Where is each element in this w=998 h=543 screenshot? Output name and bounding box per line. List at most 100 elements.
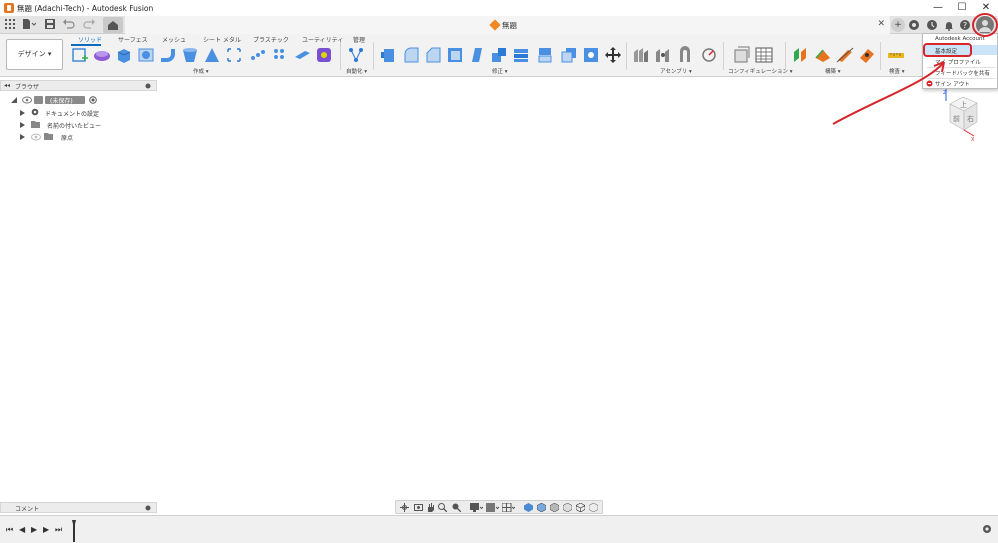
browser-item-document-settings[interactable]: ドキュメントの設定 xyxy=(20,108,150,118)
tab-utilities[interactable]: ユーティリティ xyxy=(302,35,343,44)
offset-plane-icon[interactable] xyxy=(792,46,810,64)
browser-item-origin[interactable]: 原点 xyxy=(20,132,150,142)
move-copy-icon[interactable] xyxy=(604,46,622,64)
tab-sheet-metal[interactable]: シート メタル xyxy=(203,35,241,44)
expand-triangle-icon[interactable] xyxy=(10,97,17,104)
plane-at-angle-icon[interactable] xyxy=(814,46,832,64)
menu-item-preferences[interactable]: 基本設定 xyxy=(935,47,957,55)
zoom-window-icon[interactable] xyxy=(452,503,461,512)
redo-icon[interactable] xyxy=(82,19,98,31)
group-construct-label[interactable]: 構築 ▾ xyxy=(825,67,841,75)
replace-face-icon[interactable] xyxy=(536,46,554,64)
web-icon[interactable] xyxy=(225,46,243,64)
grid-snap-icon[interactable] xyxy=(486,503,499,512)
close-window-button[interactable]: ✕ xyxy=(974,0,998,16)
timeline-settings-gear-icon[interactable] xyxy=(982,524,992,534)
new-component-icon[interactable] xyxy=(632,46,650,64)
display-shaded-icon[interactable] xyxy=(524,503,533,512)
automate-icon[interactable] xyxy=(347,46,365,64)
thicken-icon[interactable] xyxy=(293,46,311,64)
minimize-button[interactable]: — xyxy=(926,0,950,16)
combine-icon[interactable] xyxy=(512,46,530,64)
zoom-icon[interactable] xyxy=(438,503,447,512)
revolve-icon[interactable] xyxy=(137,46,155,64)
display-settings-icon[interactable] xyxy=(470,503,483,512)
document-tab[interactable]: 無題 ✕ xyxy=(125,16,890,34)
display-hidden-edges-icon[interactable] xyxy=(550,503,559,512)
display-shaded-edges-icon[interactable] xyxy=(537,503,546,512)
timeline-step-forward-button[interactable]: ▶ xyxy=(43,525,49,534)
visibility-eye-hidden-icon[interactable] xyxy=(31,133,41,141)
tab-solid[interactable]: ソリッド xyxy=(78,35,102,44)
save-icon[interactable] xyxy=(44,19,56,31)
workspace-switcher[interactable]: デザイン ▾ xyxy=(6,39,63,70)
browser-pin-icon[interactable] xyxy=(145,83,151,89)
create-sketch-icon[interactable] xyxy=(71,46,89,64)
tab-manage[interactable]: 管理 xyxy=(353,35,365,44)
browser-collapse-icon[interactable]: ◂◂ xyxy=(4,82,10,89)
group-create-label[interactable]: 作成 ▾ xyxy=(193,67,209,75)
visibility-eye-icon[interactable] xyxy=(22,96,32,104)
display-wireframe-icon[interactable] xyxy=(576,503,585,512)
expand-triangle-icon[interactable] xyxy=(20,122,25,128)
expand-triangle-icon[interactable] xyxy=(20,134,25,140)
new-tab-button[interactable]: + xyxy=(891,18,905,32)
group-assemble-label[interactable]: アセンブリ ▾ xyxy=(660,67,692,75)
extrude-icon[interactable] xyxy=(115,46,133,64)
fillet-icon[interactable] xyxy=(402,46,420,64)
user-avatar-icon[interactable] xyxy=(976,16,994,34)
browser-item-named-views[interactable]: 名前の付いたビュー xyxy=(20,120,150,130)
timeline-step-back-button[interactable]: ◀ xyxy=(19,525,25,534)
group-modify-label[interactable]: 修正 ▾ xyxy=(492,67,508,75)
timeline-go-to-end-button[interactable]: ⏭ xyxy=(55,525,62,535)
pan-hand-icon[interactable] xyxy=(426,503,435,512)
help-icon[interactable]: ? xyxy=(958,18,972,32)
press-pull-icon[interactable] xyxy=(380,46,398,64)
expand-triangle-icon[interactable] xyxy=(20,110,25,116)
menu-item-my-profile[interactable]: マイ プロファイル xyxy=(935,58,981,66)
tab-mesh[interactable]: メッシュ xyxy=(162,35,186,44)
shell-icon[interactable] xyxy=(446,46,464,64)
rib-icon[interactable] xyxy=(203,46,221,64)
point-icon[interactable] xyxy=(858,46,876,64)
home-icon[interactable] xyxy=(103,17,123,33)
view-cube[interactable]: Z 上 前 右 X xyxy=(938,86,988,142)
timeline-marker-handle[interactable] xyxy=(72,520,76,542)
browser-root-row[interactable]: (未保存) xyxy=(10,95,150,105)
chamfer-icon[interactable] xyxy=(424,46,442,64)
activate-radio-icon[interactable] xyxy=(89,96,97,104)
motion-link-icon[interactable] xyxy=(700,46,718,64)
viewports-icon[interactable] xyxy=(502,503,515,512)
tab-surface[interactable]: サーフェス xyxy=(118,35,148,44)
grid-icon[interactable] xyxy=(4,19,16,31)
comments-add-icon[interactable] xyxy=(145,505,151,511)
display-wireframe-hidden-icon[interactable] xyxy=(589,503,598,512)
job-status-icon[interactable] xyxy=(925,18,939,32)
configuration-table-icon[interactable] xyxy=(755,46,773,64)
draft-icon[interactable] xyxy=(468,46,486,64)
group-automate-label[interactable]: 自動化 ▾ xyxy=(346,67,367,75)
split-face-icon[interactable] xyxy=(560,46,578,64)
loft-icon[interactable] xyxy=(181,46,199,64)
split-body-icon[interactable] xyxy=(582,46,600,64)
create-form-icon[interactable] xyxy=(93,46,111,64)
timeline-play-button[interactable]: ▶ xyxy=(31,525,37,534)
pattern-icon[interactable] xyxy=(249,46,267,64)
menu-item-share-feedback[interactable]: フィードバックを共有 xyxy=(935,69,990,77)
configure-design-icon[interactable] xyxy=(733,46,751,64)
group-inspect-label[interactable]: 検査 ▾ xyxy=(889,67,905,75)
timeline-go-to-start-button[interactable]: ⏮ xyxy=(6,525,13,535)
sweep-icon[interactable] xyxy=(159,46,177,64)
orbit-icon[interactable] xyxy=(400,503,409,512)
tab-plastic[interactable]: プラスチック xyxy=(253,35,289,44)
group-configure-label[interactable]: コンフィギュレーション ▾ xyxy=(728,67,793,75)
document-tab-close-icon[interactable]: ✕ xyxy=(877,19,885,29)
boundary-fill-icon[interactable] xyxy=(315,46,333,64)
display-visible-edges-icon[interactable] xyxy=(563,503,572,512)
undo-icon[interactable] xyxy=(62,19,78,31)
measure-icon[interactable] xyxy=(887,46,905,64)
axis-through-cylinder-icon[interactable] xyxy=(836,46,854,64)
file-icon[interactable] xyxy=(21,19,37,31)
extensions-icon[interactable] xyxy=(907,18,921,32)
mirror-icon[interactable] xyxy=(271,46,289,64)
